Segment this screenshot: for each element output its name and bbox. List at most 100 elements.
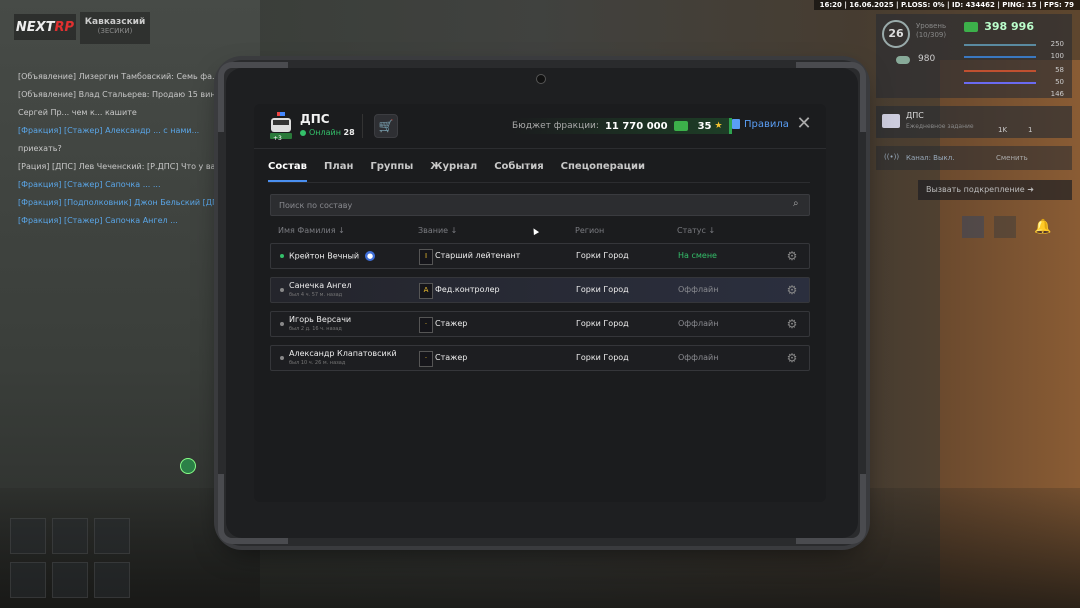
member-region: Горки Город [576, 353, 629, 362]
faction-hud-task: Ежедневное задание [906, 123, 974, 130]
stat-health: 250 [1050, 40, 1064, 48]
column-header-name-label: Имя Фамилия [278, 226, 336, 235]
member-rank: Старший лейтенант [435, 251, 521, 260]
exp-label: (10/309) [916, 31, 947, 39]
tab-events[interactable]: События [494, 156, 543, 182]
column-header-region-label: Регион [575, 226, 605, 235]
stat-hunger: 58 [1055, 66, 1064, 74]
sort-down-icon: ↓ [450, 226, 458, 235]
table-row[interactable]: Крейтон Вечный ● I Старший лейтенант Горк… [270, 243, 810, 269]
game-logo: NEXT RP [14, 14, 76, 40]
member-status: На смене [678, 251, 717, 260]
faction-hud-val1: 1K [998, 126, 1008, 134]
faction-hud-val2: 1 [1028, 126, 1033, 134]
faction-badge: +3 [273, 135, 282, 142]
search-icon[interactable]: ⌕ [793, 198, 805, 210]
member-name-text: Крейтон Вечный [289, 251, 360, 261]
map-marker-icon [180, 458, 196, 474]
chat-line: приехать? [18, 144, 62, 153]
budget-amount: 11 770 000 [604, 120, 668, 132]
quick-slot[interactable] [52, 518, 88, 554]
gear-icon[interactable]: ⚙ [785, 317, 799, 331]
column-header-status-label: Статус [677, 226, 706, 235]
faction-hud[interactable]: ДПС Ежедневное задание 1K 1 [876, 106, 1072, 138]
quick-slot[interactable] [94, 562, 130, 598]
sort-down-icon: ↓ [338, 226, 345, 235]
cash-icon [673, 121, 688, 131]
online-status-dot [280, 254, 284, 258]
level-badge: 26 [882, 20, 910, 48]
chat-log: [Объявление] Лизергин Тамбовский: Семь ф… [18, 68, 248, 230]
gear-icon[interactable]: ⚙ [785, 283, 799, 297]
thirst-bar [964, 82, 1036, 84]
status-bar: 16:20 | 16.06.2025 | P.LOSS: 0% | ID: 43… [813, 0, 1080, 10]
online-dot-icon [300, 129, 306, 136]
tablet-camera [536, 74, 546, 84]
radio-hud[interactable]: ((•)) Канал: Выкл. Сменить [876, 146, 1072, 170]
online-indicator: Онлайн 28 [300, 128, 355, 137]
tab-special-ops[interactable]: Спецоперации [561, 156, 645, 182]
call-backup-label: Вызвать подкрепление [926, 185, 1025, 194]
gear-icon[interactable]: ⚙ [785, 351, 799, 365]
chat-line: [Рация] [ДПС] Лев Чеченский: [Р.ДПС] Что… [18, 162, 235, 171]
tablet-tabs: Состав План Группы Журнал События Спецоп… [268, 156, 662, 182]
tab-plan[interactable]: План [324, 156, 353, 182]
quick-slot[interactable] [10, 562, 46, 598]
radio-channel: Канал: Выкл. [906, 154, 955, 162]
call-backup-button[interactable]: Вызвать подкрепление ➜ [918, 180, 1072, 200]
roster-search: ⌕ [270, 194, 810, 216]
chat-line: [Объявление] Лизергин Тамбовский: Семь ф… [18, 72, 220, 81]
quick-slot[interactable] [52, 562, 88, 598]
search-input[interactable] [277, 197, 781, 213]
rules-link[interactable]: Правила [732, 119, 789, 130]
member-rank: Стажер [435, 353, 468, 362]
money-icon [964, 22, 978, 32]
gear-icon[interactable]: ⚙ [785, 249, 799, 263]
calendar-icon[interactable] [962, 216, 984, 238]
user-verified-icon: ● [365, 251, 376, 261]
budget-stars: 35 [697, 120, 712, 132]
member-name: Санечка Ангел [289, 281, 352, 290]
close-button[interactable]: ✕ [794, 114, 814, 134]
member-name: Александр Клапатовсикй [289, 349, 397, 358]
tablet-header: +3 ДПС Онлайн 28 🛒 Бюджет фракции: 11 77… [254, 104, 826, 149]
tab-groups[interactable]: Группы [370, 156, 413, 182]
chat-line: [Фракция] [Стажер] Сапочка Ангел ... [18, 216, 178, 225]
health-bar [964, 44, 1036, 46]
player-hud: 26 Уровень (10/309) 398 996 980 250 100 … [876, 14, 1072, 98]
last-seen: был 2 д. 16 ч. назад [289, 326, 342, 332]
offline-status-dot [280, 356, 284, 360]
quick-slot[interactable] [10, 518, 46, 554]
hud-icons: 🔔 [962, 212, 1072, 242]
column-header-rank[interactable]: Звание ↓ [418, 226, 457, 235]
column-header-name[interactable]: Имя Фамилия ↓ [278, 226, 345, 235]
quick-slot[interactable] [94, 518, 130, 554]
faction-title: ДПС [300, 112, 330, 126]
tablet-screen: +3 ДПС Онлайн 28 🛒 Бюджет фракции: 11 77… [254, 104, 826, 502]
column-header-region: Регион [575, 226, 604, 235]
faction-budget: Бюджет фракции: 11 770 000 35 ★ [512, 118, 732, 134]
online-count: 28 [343, 128, 355, 137]
menu-icon[interactable] [994, 216, 1016, 238]
member-status: Оффлайн [678, 353, 719, 362]
server-info: Кавказский (ЗЕСИКИ) [80, 12, 150, 44]
member-status: Оффлайн [678, 319, 719, 328]
book-icon [732, 119, 740, 129]
radio-change[interactable]: Сменить [996, 154, 1028, 162]
faction-hud-name: ДПС [906, 111, 924, 120]
quick-slots [10, 518, 130, 608]
column-header-status[interactable]: Статус ↓ [677, 226, 715, 235]
last-seen: был 10 ч. 26 м. назад [289, 360, 346, 366]
chat-line: Сергей Пр... чем к... кашите [18, 108, 137, 117]
table-row[interactable]: Игорь Версачи был 2 д. 16 ч. назад · Ста… [270, 311, 810, 337]
table-row[interactable]: Александр Клапатовсикй был 10 ч. 26 м. н… [270, 345, 810, 371]
offline-status-dot [280, 288, 284, 292]
table-row[interactable]: Санечка Ангел был 4 ч. 57 м. назад A Фед… [270, 277, 810, 303]
chat-line: [Фракция] [Стажер] Александр ... с нами.… [18, 126, 200, 135]
member-name: Крейтон Вечный ● [289, 251, 376, 261]
cart-icon: 🛒 [378, 119, 394, 133]
tab-roster[interactable]: Состав [268, 156, 308, 182]
tab-journal[interactable]: Журнал [430, 156, 477, 182]
shop-cart-button[interactable]: 🛒 [374, 114, 398, 138]
bell-icon[interactable]: 🔔 [1032, 216, 1054, 238]
